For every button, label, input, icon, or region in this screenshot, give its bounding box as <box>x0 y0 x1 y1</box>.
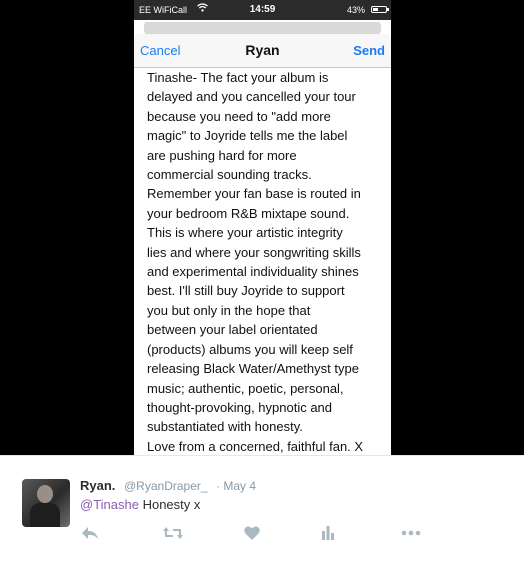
send-button[interactable]: Send <box>353 43 385 58</box>
battery-percent: 43% <box>346 5 365 15</box>
tweet-text: @Tinashe Honesty x <box>80 497 200 512</box>
status-bar: EE WiFiCall 14:59 43% <box>134 0 391 20</box>
tweet-image: EE WiFiCall 14:59 43% Cancel Ryan Send T… <box>134 0 391 455</box>
tweet-card[interactable]: Ryan. @RyanDraper_ · May 4 @Tinashe Hone… <box>0 455 524 567</box>
reply-icon[interactable] <box>80 524 104 546</box>
more-icon[interactable] <box>400 524 424 546</box>
avatar[interactable] <box>22 479 70 527</box>
tweet-actions <box>0 524 524 548</box>
compose-nav-bar: Cancel Ryan Send <box>134 34 391 68</box>
tweet-author-name[interactable]: Ryan. <box>80 478 115 493</box>
tweet-date[interactable]: · May 4 <box>216 479 256 493</box>
background-sheet <box>144 22 381 34</box>
tweet-body: Honesty x <box>138 497 201 512</box>
battery-icon <box>371 6 389 13</box>
analytics-icon[interactable] <box>320 524 344 546</box>
retweet-icon[interactable] <box>162 524 186 546</box>
tweet-author-handle[interactable]: @RyanDraper_ <box>124 479 208 493</box>
mention-link[interactable]: @Tinashe <box>80 497 139 512</box>
like-icon[interactable] <box>243 524 267 546</box>
message-body[interactable]: Tinashe- The fact your album is delayed … <box>147 68 387 455</box>
